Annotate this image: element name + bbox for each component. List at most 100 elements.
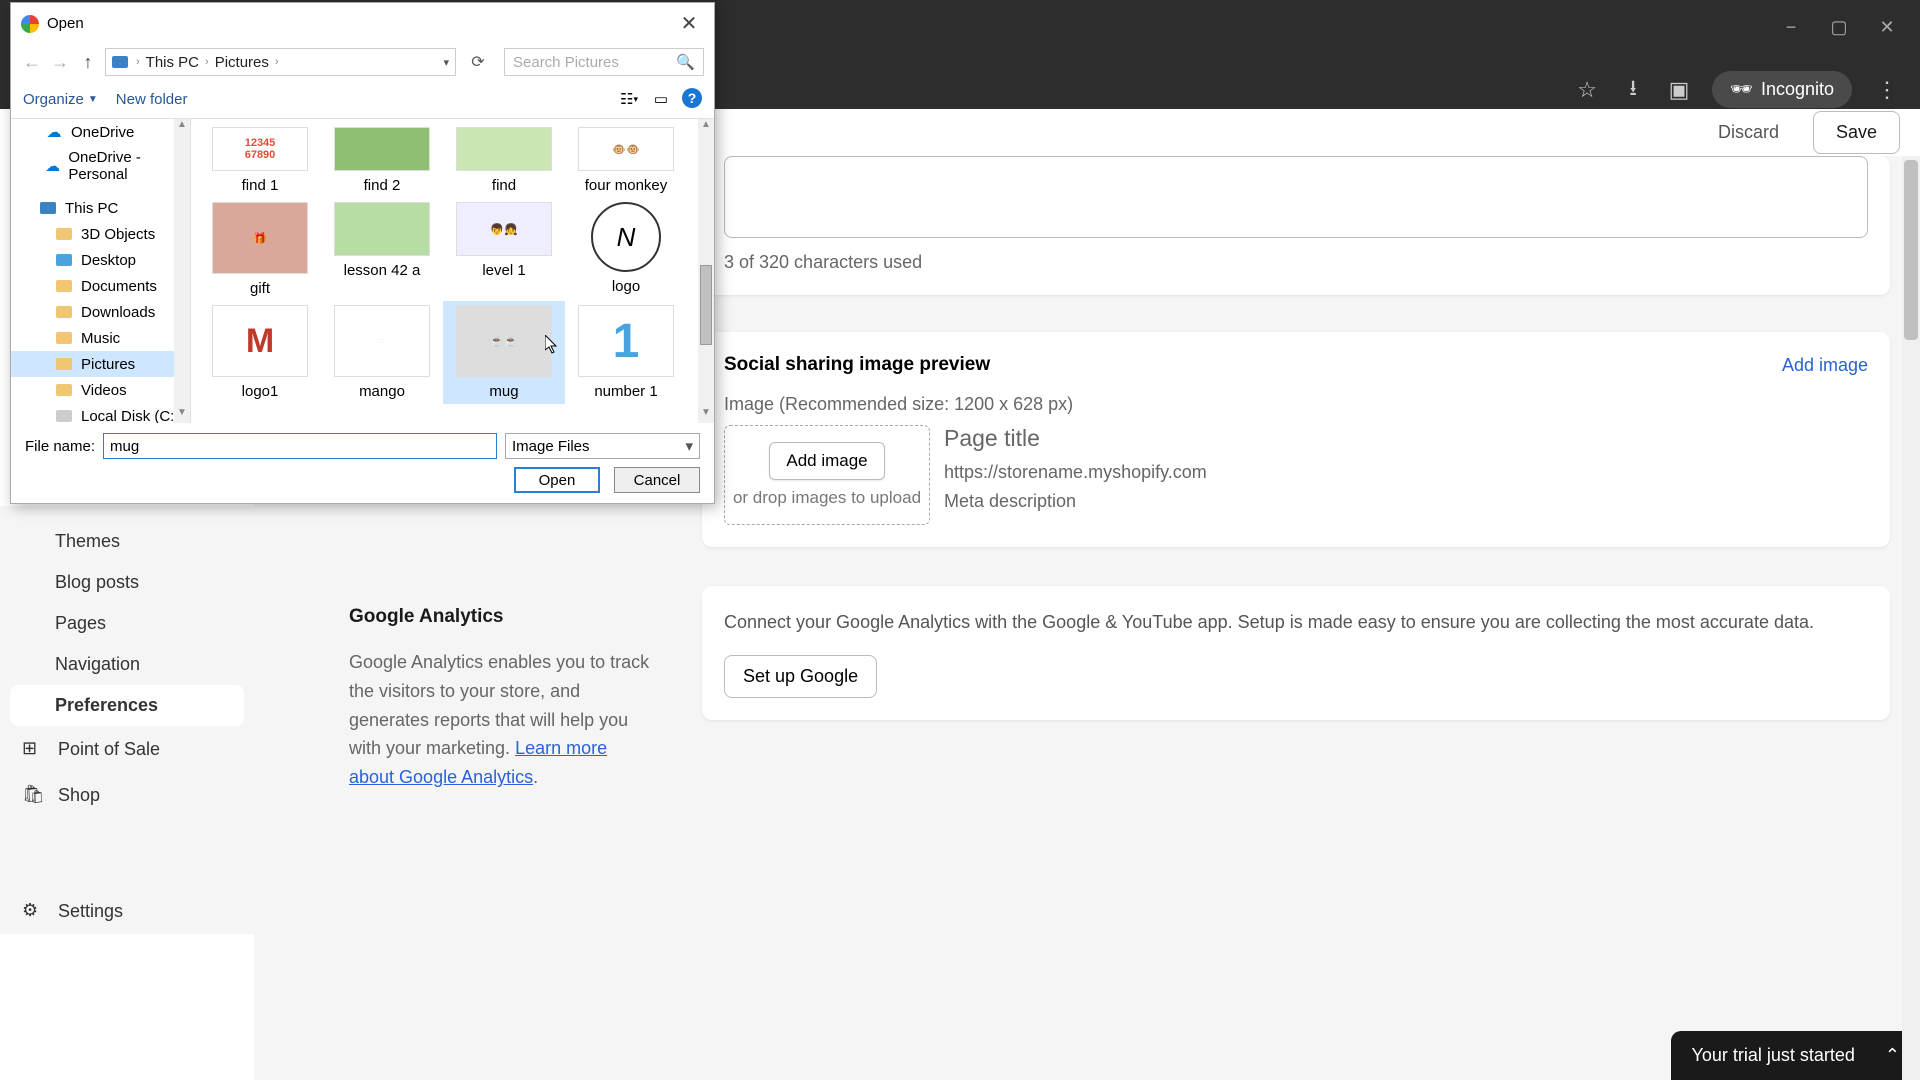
file-item[interactable]: 🐵🐵four monkey (565, 123, 687, 198)
tree-onedrive-personal[interactable]: ☁OneDrive - Personal (11, 145, 190, 187)
breadcrumb-dropdown-icon[interactable]: ▾ (443, 56, 449, 69)
tree-desktop[interactable]: Desktop (11, 247, 190, 273)
onedrive-icon: ☁ (45, 157, 60, 175)
window-maximize[interactable]: ▢ (1830, 18, 1848, 36)
file-item[interactable]: ○mango (321, 301, 443, 404)
help-icon[interactable]: ? (682, 88, 702, 108)
file-item-selected[interactable]: ☕☕mug (443, 301, 565, 404)
add-image-link[interactable]: Add image (1782, 355, 1868, 376)
sidebar-item-preferences[interactable]: Preferences (10, 685, 244, 726)
dialog-navbar: ← → ↑ › This PC › Pictures › ▾ ⟳ Search … (11, 44, 714, 80)
file-item[interactable]: find (443, 123, 565, 198)
file-item[interactable]: 1234567890find 1 (199, 123, 321, 198)
tree-scrollbar[interactable]: ▲▼ (174, 119, 190, 423)
breadcrumb-seg-this-pc[interactable]: This PC (142, 54, 203, 71)
file-item[interactable]: lesson 42 a (321, 198, 443, 301)
tree-pictures[interactable]: Pictures (11, 351, 190, 377)
file-item[interactable]: 🎁gift (199, 198, 321, 301)
sidebar-item-navigation[interactable]: Navigation (0, 644, 254, 685)
file-label: logo (612, 278, 640, 295)
nav-up-icon[interactable]: ↑ (77, 51, 99, 73)
save-button[interactable]: Save (1813, 111, 1900, 154)
file-name-label: File name: (25, 438, 95, 455)
file-item[interactable]: find 2 (321, 123, 443, 198)
sidebar-item-blog-posts[interactable]: Blog posts (0, 562, 254, 603)
file-label: logo1 (242, 383, 279, 400)
open-button[interactable]: Open (514, 467, 600, 493)
tree-3d-objects[interactable]: 3D Objects (11, 221, 190, 247)
add-image-button[interactable]: Add image (769, 442, 884, 480)
tree-documents[interactable]: Documents (11, 273, 190, 299)
character-counter: 3 of 320 characters used (724, 252, 1868, 273)
nav-forward-icon[interactable]: → (49, 51, 71, 73)
folder-icon (55, 303, 73, 321)
file-type-select[interactable]: Image Files (505, 433, 700, 459)
folder-icon (55, 225, 73, 243)
bookmark-star-icon[interactable]: ☆ (1574, 77, 1600, 103)
tree-local-disk-c[interactable]: Local Disk (C:) (11, 403, 190, 423)
ga-title: Google Analytics (349, 606, 654, 628)
tree-music[interactable]: Music (11, 325, 190, 351)
side-panel-icon[interactable]: ▣ (1666, 77, 1692, 103)
incognito-icon: 🕶 (1730, 79, 1753, 100)
file-label: four monkey (585, 177, 668, 194)
view-options-icon[interactable]: ☷▾ (618, 88, 640, 110)
sidebar-item-settings[interactable]: ⚙Settings (0, 888, 254, 934)
preview-url: https://storename.myshopify.com (944, 462, 1207, 483)
discard-button[interactable]: Discard (1696, 112, 1801, 153)
file-item[interactable]: Nlogo (565, 198, 687, 301)
google-analytics-card: Connect your Google Analytics with the G… (702, 586, 1890, 720)
sidebar-item-pages[interactable]: Pages (0, 603, 254, 644)
chevron-right-icon: › (134, 56, 142, 68)
file-name-input[interactable] (103, 433, 497, 459)
file-item[interactable]: 👦👧level 1 (443, 198, 565, 301)
page-scrollbar[interactable] (1902, 156, 1920, 1080)
cancel-button[interactable]: Cancel (614, 467, 700, 493)
browser-menu-icon[interactable]: ⋮ (1872, 77, 1902, 103)
downloads-icon[interactable]: ⭳ (1620, 77, 1646, 103)
google-analytics-info: Google Analytics Google Analytics enable… (349, 606, 654, 792)
file-item[interactable]: Mlogo1 (199, 301, 321, 404)
folder-icon (55, 329, 73, 347)
onedrive-icon: ☁ (45, 123, 63, 141)
nav-back-icon[interactable]: ← (21, 51, 43, 73)
search-icon: 🔍 (676, 53, 695, 71)
preview-pane-icon[interactable]: ▭ (650, 88, 672, 110)
file-label: lesson 42 a (344, 262, 421, 279)
organize-menu[interactable]: Organize▼ (23, 91, 98, 108)
sidebar-item-themes[interactable]: Themes (0, 521, 254, 562)
dialog-titlebar: Open ✕ (11, 3, 714, 44)
trial-banner[interactable]: Your trial just started ⌃ (1671, 1031, 1920, 1080)
dialog-title-text: Open (47, 15, 84, 32)
window-close[interactable]: ✕ (1878, 18, 1896, 36)
new-folder-button[interactable]: New folder (116, 91, 188, 108)
sidebar-item-point-of-sale[interactable]: ⊞Point of Sale (0, 726, 254, 772)
meta-description-input[interactable] (724, 156, 1868, 238)
image-dropzone[interactable]: Add image or drop images to upload (724, 425, 930, 525)
chevron-right-icon: › (273, 56, 281, 68)
action-bar: Discard Save (717, 109, 1920, 156)
file-item[interactable]: 1number 1 (565, 301, 687, 404)
tree-onedrive[interactable]: ☁OneDrive (11, 119, 190, 145)
chevron-right-icon: › (203, 56, 211, 68)
dialog-close-button[interactable]: ✕ (674, 11, 704, 36)
file-label: level 1 (482, 262, 525, 279)
window-minimize[interactable]: − (1782, 18, 1800, 36)
incognito-badge[interactable]: 🕶 Incognito (1712, 71, 1852, 108)
file-label: gift (250, 280, 270, 297)
dialog-footer: File name: Image Files Open Cancel (11, 423, 714, 503)
tree-videos[interactable]: Videos (11, 377, 190, 403)
setup-google-button[interactable]: Set up Google (724, 655, 877, 698)
breadcrumb-seg-pictures[interactable]: Pictures (211, 54, 273, 71)
admin-sidebar: Themes Blog posts Pages Navigation Prefe… (0, 506, 254, 934)
tree-this-pc[interactable]: This PC (11, 195, 190, 221)
sidebar-item-shop[interactable]: 🛍Shop (0, 772, 254, 818)
file-label: find (492, 177, 516, 194)
breadcrumb[interactable]: › This PC › Pictures › ▾ (105, 48, 456, 76)
file-scrollbar[interactable]: ▲▼ (698, 119, 714, 423)
gear-icon: ⚙ (22, 900, 44, 922)
search-input[interactable]: Search Pictures 🔍 (504, 48, 704, 76)
tree-downloads[interactable]: Downloads (11, 299, 190, 325)
refresh-icon[interactable]: ⟳ (466, 50, 490, 74)
folder-tree: ☁OneDrive ☁OneDrive - Personal This PC 3… (11, 119, 191, 423)
